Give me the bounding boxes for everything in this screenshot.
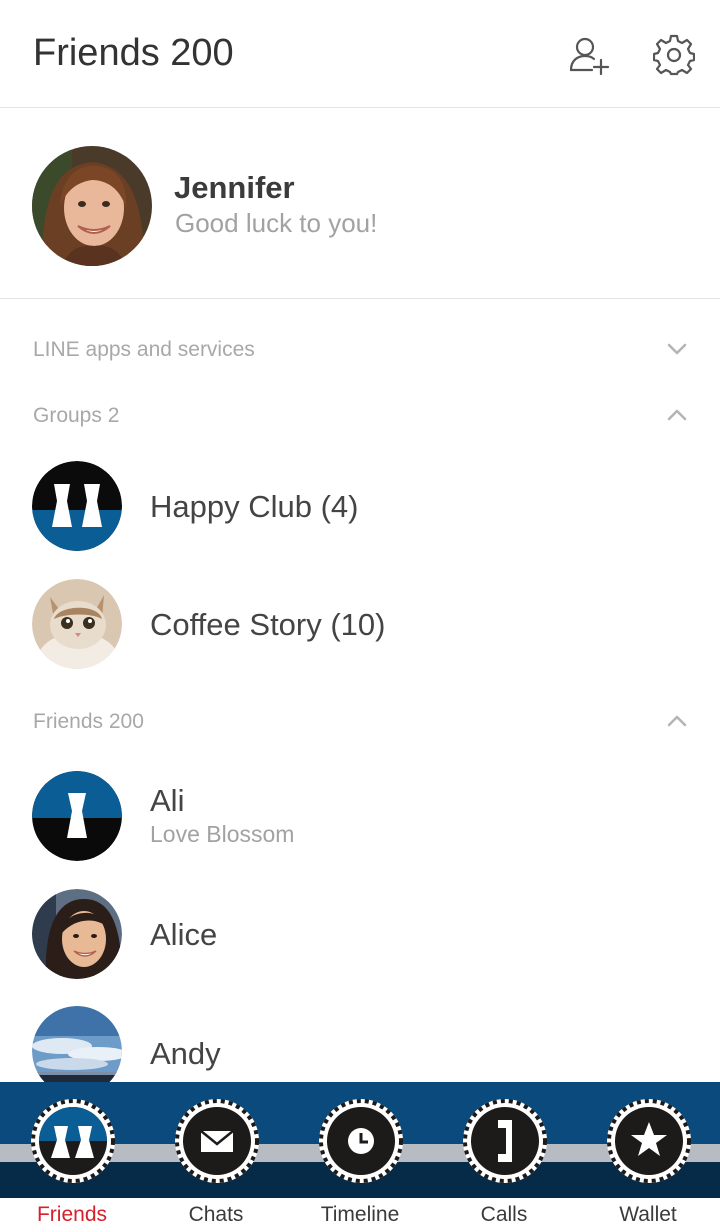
friend-name: Ali	[150, 783, 185, 818]
tab-label: Friends	[36, 1203, 108, 1226]
group-name: Coffee Story (10)	[150, 607, 386, 642]
section-header-groups[interactable]: Groups 2	[0, 392, 720, 442]
group-row[interactable]: Happy Club (4)	[0, 451, 720, 561]
chevron-up-icon	[667, 409, 687, 421]
group-avatar	[32, 579, 122, 669]
profile-status-message: Good luck to you!	[175, 208, 378, 238]
section-label: Friends 200	[33, 710, 144, 733]
tab-label: Calls	[480, 1203, 528, 1226]
section-label: LINE apps and services	[33, 338, 255, 361]
chevron-down-icon	[667, 343, 687, 355]
group-avatar	[32, 461, 122, 551]
section-label: Groups 2	[33, 404, 120, 427]
friend-status-message: Love Blossom	[150, 821, 295, 847]
tab-friends[interactable]: Friends	[0, 1082, 144, 1232]
section-header-friends[interactable]: Friends 200	[0, 698, 720, 748]
profile-avatar[interactable]	[32, 146, 152, 266]
app-header: Friends 200	[0, 0, 720, 108]
friend-name: Andy	[150, 1036, 221, 1071]
friend-row[interactable]: Alice	[0, 879, 720, 989]
my-profile[interactable]: Jennifer Good luck to you!	[0, 108, 720, 299]
friend-name: Alice	[150, 917, 218, 952]
tab-calls[interactable]: Calls	[432, 1082, 576, 1232]
star-icon	[607, 1099, 691, 1183]
section-header-services[interactable]: LINE apps and services	[0, 326, 720, 376]
tab-timeline[interactable]: Timeline	[288, 1082, 432, 1232]
tab-chats[interactable]: Chats	[144, 1082, 288, 1232]
profile-name: Jennifer	[174, 170, 295, 205]
friend-avatar	[32, 771, 122, 861]
page-title: Friends 200	[33, 32, 234, 74]
gear-icon[interactable]	[652, 34, 696, 76]
bottom-tab-bar: Friends Chats Timeline Calls Wallet	[0, 1082, 720, 1232]
add-friend-icon[interactable]	[568, 34, 610, 76]
group-row[interactable]: Coffee Story (10)	[0, 569, 720, 679]
chevron-up-icon	[667, 715, 687, 727]
group-name: Happy Club (4)	[150, 489, 359, 524]
tab-label: Wallet	[619, 1203, 677, 1226]
friend-avatar	[32, 889, 122, 979]
tab-label: Timeline	[320, 1203, 400, 1226]
friend-row[interactable]: Ali Love Blossom	[0, 761, 720, 871]
phone-icon	[463, 1099, 547, 1183]
tab-wallet[interactable]: Wallet	[576, 1082, 720, 1232]
friends-icon	[31, 1099, 115, 1183]
chat-icon	[175, 1099, 259, 1183]
clock-icon	[319, 1099, 403, 1183]
tab-label: Chats	[188, 1203, 244, 1226]
